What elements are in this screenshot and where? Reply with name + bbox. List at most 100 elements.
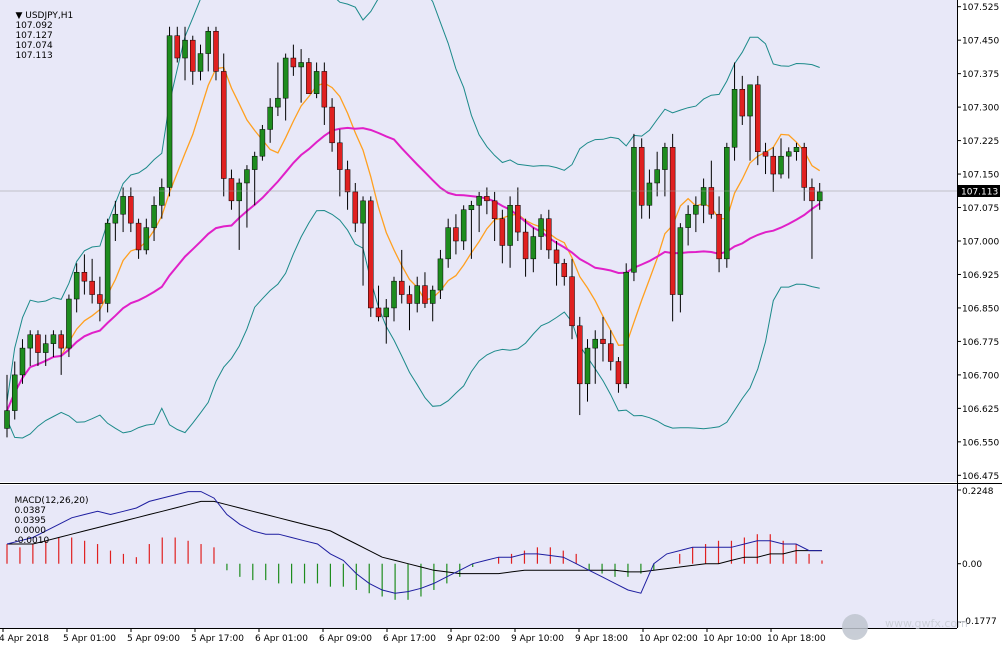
candle-body — [638, 147, 645, 206]
candle-body — [484, 196, 490, 202]
candle-body — [762, 151, 769, 157]
candle-body — [538, 218, 544, 237]
candle-body — [275, 97, 281, 108]
chart-canvas[interactable]: 107.525 107.450 107.375 107.300 107.225 107.1… — [0, 0, 1002, 649]
time-tick-label: 6 Apr 17:00 — [383, 634, 436, 644]
candle-body — [429, 289, 436, 304]
candle-body — [159, 187, 165, 206]
candle-body — [491, 200, 498, 219]
candle-body — [615, 361, 622, 385]
candle-body — [445, 227, 451, 260]
macd-tick-label: 0.00 — [962, 560, 982, 570]
price-pane-background — [0, 0, 957, 482]
candle-body — [708, 187, 715, 215]
macd-tick-label: 0.2248 — [962, 487, 994, 497]
price-tick-label: 107.225 — [962, 137, 999, 147]
candle-body — [66, 298, 72, 349]
time-tick-label: 5 Apr 01:00 — [63, 634, 116, 644]
candle-body — [360, 200, 366, 224]
price-tick-label: 107.075 — [962, 204, 999, 214]
candle-body — [205, 30, 211, 54]
candle-body — [383, 307, 390, 318]
candle-body — [352, 191, 359, 224]
price-tick-label: 106.550 — [962, 438, 999, 448]
candle-body — [460, 209, 467, 242]
candle-body — [19, 347, 26, 376]
time-tick-label: 5 Apr 09:00 — [127, 634, 180, 644]
candle-body — [282, 57, 289, 99]
candle-body — [290, 57, 297, 68]
candle-body — [73, 271, 80, 300]
macd-value-2: 0.0395 — [14, 516, 46, 526]
price-tick-label: 106.925 — [962, 271, 999, 281]
price-tick-label: 107.000 — [962, 238, 999, 248]
candle-body — [391, 280, 397, 309]
candle-body — [468, 205, 475, 211]
candle-body — [724, 147, 730, 260]
candle-body — [58, 334, 64, 349]
candle-body — [128, 196, 134, 224]
candle-body — [97, 294, 103, 304]
current-price-label: 107.113 — [961, 188, 998, 198]
candle-body — [259, 129, 266, 157]
candle-body — [646, 182, 653, 206]
time-tick-label: 9 Apr 02:00 — [447, 634, 500, 644]
candle-body — [337, 142, 343, 170]
time-tick-label: 9 Apr 10:00 — [511, 634, 564, 644]
candle-body — [654, 169, 660, 184]
candle-body — [143, 227, 150, 251]
price-tick-label: 106.475 — [962, 472, 999, 482]
price-tick-label: 107.450 — [962, 37, 999, 47]
candle-body — [344, 169, 351, 193]
candle-body — [197, 53, 204, 72]
time-tick-label: 10 Apr 02:00 — [639, 634, 698, 644]
candle-body — [437, 258, 444, 291]
candle-body — [27, 334, 33, 349]
time-tick-label: 6 Apr 09:00 — [319, 634, 372, 644]
candle-body — [793, 147, 800, 152]
candle-body — [623, 271, 629, 385]
candle-body — [716, 213, 722, 260]
candle-body — [685, 213, 691, 228]
candle-body — [755, 84, 761, 152]
candle-body — [414, 285, 420, 304]
trading-chart[interactable]: 107.525 107.450 107.375 107.300 107.225 107.1… — [0, 0, 1002, 649]
candle-body — [213, 30, 219, 72]
macd-label: MACD(12,26,20) — [14, 496, 89, 506]
candle-body — [778, 155, 784, 175]
candle-body — [42, 343, 49, 353]
candle-body — [120, 196, 126, 215]
candle-body — [592, 338, 598, 349]
candle-body — [607, 343, 614, 362]
candle-body — [561, 263, 568, 277]
candle-body — [244, 169, 250, 184]
candle-body — [553, 249, 560, 264]
candle-body — [700, 187, 707, 206]
candle-body — [530, 236, 537, 260]
candle-body — [522, 231, 529, 260]
candle-body — [182, 39, 188, 59]
candle-body — [662, 147, 668, 170]
candle-body — [190, 39, 196, 72]
macd-value-3: 0.0000 — [14, 526, 46, 536]
candle-body — [693, 205, 699, 215]
candle-body — [11, 374, 18, 411]
candle-body — [406, 294, 413, 304]
time-tick-label: 9 Apr 18:00 — [575, 634, 628, 644]
candle-body — [50, 334, 57, 344]
candle-body — [398, 280, 405, 295]
candle-body — [422, 285, 428, 304]
time-tick-label: 4 Apr 2018 — [0, 634, 49, 644]
candle-body — [151, 205, 157, 228]
high-value: 107.127 — [15, 31, 53, 41]
low-value: 107.074 — [15, 41, 53, 51]
candle-body — [631, 147, 637, 273]
candle-body — [166, 35, 173, 188]
candle-body — [816, 191, 823, 202]
candle-body — [476, 196, 482, 206]
candle-body — [577, 325, 583, 385]
candle-body — [4, 410, 10, 429]
candle-body — [81, 271, 88, 282]
candle-body — [499, 218, 506, 246]
candle-body — [375, 307, 382, 318]
